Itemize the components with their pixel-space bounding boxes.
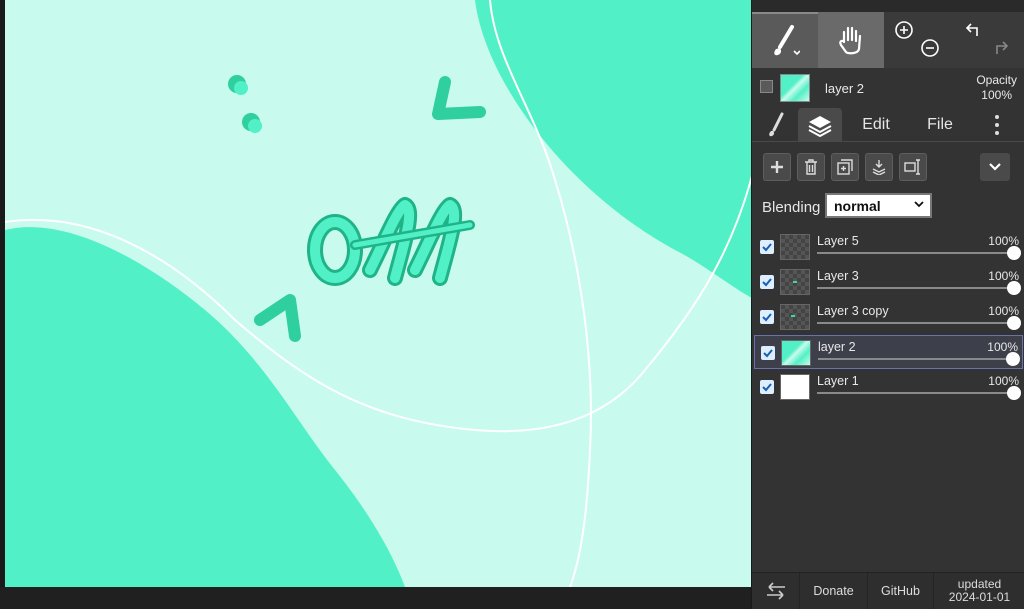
undo-icon[interactable] [964, 20, 984, 40]
more-vertical-icon [995, 115, 999, 135]
layer-name: Layer 3 copy [817, 304, 889, 318]
check-icon [762, 278, 772, 287]
panel-footer: Donate GitHub updated 2024-01-01 [752, 572, 1024, 609]
zoom-in-icon[interactable] [894, 20, 914, 40]
layer-row-selected[interactable]: layer 2 100% [754, 335, 1023, 369]
plus-icon [771, 161, 783, 173]
panel-tabs: Edit File [752, 108, 1024, 142]
layer-opacity-slider[interactable] [817, 281, 1021, 295]
github-link[interactable]: GitHub [868, 573, 934, 609]
brush-icon [774, 25, 800, 56]
layer-opacity-slider[interactable] [817, 316, 1021, 330]
blending-row: Blending normal [752, 192, 1024, 222]
current-layer-bar: layer 2 Opacity 100% [752, 68, 1024, 108]
check-icon [762, 313, 772, 322]
donate-link[interactable]: Donate [800, 573, 868, 609]
layer-transform-button[interactable] [899, 153, 927, 181]
blending-label: Blending [762, 199, 821, 216]
layer-row[interactable]: Layer 1 100% [754, 370, 1023, 404]
layer-row[interactable]: Layer 5 100% [754, 230, 1023, 264]
layer-list: Layer 5 100% Layer 3 100% Layer 3 copy 1… [752, 230, 1024, 405]
layers-icon [808, 116, 832, 137]
hand-tool-button[interactable] [818, 12, 884, 68]
tool-row [752, 12, 1024, 68]
panel-top-bar [752, 0, 1024, 12]
check-icon [762, 243, 772, 252]
tab-file[interactable]: File [912, 108, 968, 142]
layer-name: layer 2 [818, 340, 856, 354]
right-panel: layer 2 Opacity 100% Edit File Blending … [751, 0, 1024, 609]
slider-knob[interactable] [1007, 246, 1021, 260]
layer-visibility-checkbox[interactable] [760, 310, 774, 324]
opacity-value: 100% [981, 88, 1012, 102]
drawing-canvas[interactable] [0, 0, 751, 587]
layer-opacity-slider[interactable] [818, 352, 1020, 366]
brush-tool-button[interactable] [752, 12, 818, 68]
layer-row[interactable]: Layer 3 copy 100% [754, 300, 1023, 334]
tab-brush[interactable] [758, 108, 794, 142]
layer-thumbnail [781, 340, 811, 366]
trash-icon [805, 159, 817, 175]
layer-thumbnail [780, 269, 810, 295]
opacity-label: Opacity [976, 73, 1017, 87]
layer-actions [752, 150, 1024, 186]
duplicate-icon [837, 159, 853, 175]
more-menu-button[interactable] [984, 108, 1010, 142]
chevron-down-icon [989, 163, 1001, 171]
layer-opacity-slider[interactable] [817, 246, 1021, 260]
current-layer-opacity[interactable]: Opacity 100% [976, 73, 1017, 103]
updated-date: 2024-01-01 [948, 590, 1011, 604]
layer-opacity-slider[interactable] [817, 386, 1021, 400]
tab-edit[interactable]: Edit [848, 108, 904, 142]
check-icon [763, 349, 773, 358]
zoom-controls [884, 12, 954, 68]
slider-knob[interactable] [1006, 352, 1020, 366]
layer-thumbnail [780, 304, 810, 330]
duplicate-layer-button[interactable] [831, 153, 859, 181]
layer-thumbnail [780, 374, 810, 400]
hand-icon [839, 26, 862, 55]
delete-layer-button[interactable] [797, 153, 825, 181]
layer-name: Layer 3 [817, 269, 859, 283]
layer-name: Layer 5 [817, 234, 859, 248]
merge-down-icon [872, 160, 886, 175]
swap-arrows-icon [766, 582, 785, 600]
redo-icon[interactable] [990, 38, 1010, 58]
layer-row[interactable]: Layer 3 100% [754, 265, 1023, 299]
history-controls [954, 12, 1024, 68]
layer-visibility-checkbox[interactable] [761, 346, 775, 360]
layer-visibility-checkbox[interactable] [760, 380, 774, 394]
layer-visibility-checkbox[interactable] [760, 240, 774, 254]
merge-down-button[interactable] [865, 153, 893, 181]
blending-select[interactable]: normal [825, 193, 932, 218]
layer-actions-dropdown[interactable] [980, 153, 1010, 181]
swap-side-button[interactable] [752, 573, 800, 609]
blending-value: normal [834, 198, 881, 214]
brush-icon [769, 112, 784, 137]
updated-info[interactable]: updated 2024-01-01 [934, 573, 1024, 609]
canvas-bottom-bar [0, 587, 751, 609]
layer-visibility-checkbox[interactable] [760, 275, 774, 289]
current-layer-checkbox[interactable] [760, 80, 773, 93]
layer-name: Layer 1 [817, 374, 859, 388]
transform-icon [904, 159, 920, 175]
tab-layers[interactable] [798, 108, 842, 142]
current-layer-name: layer 2 [825, 81, 865, 96]
slider-knob[interactable] [1007, 281, 1021, 295]
slider-knob[interactable] [1007, 316, 1021, 330]
zoom-out-icon[interactable] [920, 38, 940, 58]
chevron-down-icon [914, 201, 924, 208]
add-layer-button[interactable] [763, 153, 791, 181]
canvas-artwork [5, 0, 751, 587]
layer-thumbnail [780, 234, 810, 260]
check-icon [762, 383, 772, 392]
slider-knob[interactable] [1007, 386, 1021, 400]
current-layer-thumbnail [780, 74, 810, 102]
